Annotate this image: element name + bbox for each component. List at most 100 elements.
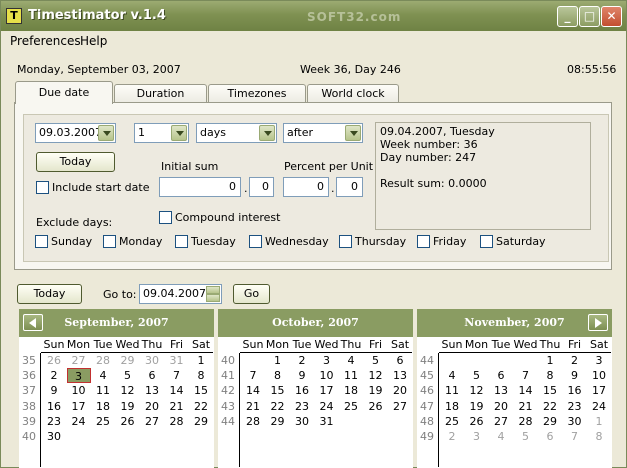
calendar-day[interactable]: 14: [241, 383, 265, 398]
calendar-day[interactable]: 19: [364, 383, 388, 398]
calendar-day[interactable]: 10: [587, 368, 611, 383]
calendar-day[interactable]: 6: [140, 368, 164, 383]
spin-down-icon[interactable]: [206, 294, 220, 302]
calendar-day[interactable]: 20: [140, 399, 164, 414]
tab-world-clock[interactable]: World clock: [307, 84, 399, 103]
calendar-day[interactable]: 25: [339, 399, 363, 414]
calendar-day[interactable]: 21: [241, 399, 265, 414]
calendar-day[interactable]: 3: [315, 353, 339, 368]
percent-dec-input[interactable]: 0: [336, 177, 363, 197]
calendar-day[interactable]: 26: [364, 399, 388, 414]
calendar-day[interactable]: 11: [91, 383, 115, 398]
goto-date-input[interactable]: 09.04.2007: [139, 284, 222, 304]
calendar-day[interactable]: 22: [189, 399, 213, 414]
calendar-day[interactable]: 4: [489, 429, 513, 444]
calendar-day[interactable]: 3: [66, 368, 91, 384]
menu-preferences[interactable]: Preferences: [10, 34, 81, 48]
calendar-day[interactable]: 4: [339, 353, 363, 368]
calendar-day[interactable]: 5: [465, 368, 489, 383]
chevron-down-icon[interactable]: [259, 125, 275, 141]
calendar-day[interactable]: 28: [165, 414, 189, 429]
menu-help[interactable]: Help: [80, 34, 107, 48]
calendar-day[interactable]: 16: [290, 383, 314, 398]
spin-up-icon[interactable]: [206, 286, 220, 294]
prev-month-icon[interactable]: [23, 314, 43, 331]
next-month-icon[interactable]: [588, 314, 608, 331]
today-button[interactable]: Today: [36, 152, 115, 172]
calendar-day[interactable]: 27: [67, 353, 91, 368]
calendar-day[interactable]: 9: [42, 383, 66, 398]
go-button[interactable]: Go: [233, 284, 270, 304]
calendar-day[interactable]: 17: [315, 383, 339, 398]
calendar-day[interactable]: 2: [440, 429, 464, 444]
calendar-day[interactable]: 2: [290, 353, 314, 368]
calendar-day[interactable]: 24: [67, 414, 91, 429]
calendar-day[interactable]: 19: [116, 399, 140, 414]
calendar-day[interactable]: 27: [140, 414, 164, 429]
calendar-day[interactable]: 18: [91, 399, 115, 414]
calendar-day[interactable]: 10: [315, 368, 339, 383]
calendar-day[interactable]: 21: [165, 399, 189, 414]
calendar-day[interactable]: 11: [440, 383, 464, 398]
minimize-button[interactable]: _: [557, 6, 578, 27]
calendar-day[interactable]: 8: [189, 368, 213, 383]
calendar-day[interactable]: 17: [67, 399, 91, 414]
calendar-day[interactable]: 30: [290, 414, 314, 429]
calendar-day[interactable]: 26: [116, 414, 140, 429]
calendar-day[interactable]: 30: [42, 429, 66, 444]
calendar-day[interactable]: 24: [587, 399, 611, 414]
calendar-day[interactable]: 4: [440, 368, 464, 383]
calendar-day[interactable]: 13: [489, 383, 513, 398]
chevron-down-icon[interactable]: [345, 125, 361, 141]
date-picker[interactable]: 09.03.2007: [35, 123, 116, 143]
calendar-day[interactable]: 6: [388, 353, 412, 368]
calendar-day[interactable]: 28: [91, 353, 115, 368]
calendar-day[interactable]: 4: [91, 368, 115, 383]
calendar-day[interactable]: 19: [465, 399, 489, 414]
calendar-day[interactable]: 29: [116, 353, 140, 368]
calendar-day[interactable]: 26: [42, 353, 66, 368]
calendar-day[interactable]: 5: [514, 429, 538, 444]
initial-sum-int-input[interactable]: 0: [159, 177, 241, 197]
calendar-day[interactable]: 22: [266, 399, 290, 414]
calendar-day[interactable]: 15: [266, 383, 290, 398]
calendar-day[interactable]: 25: [91, 414, 115, 429]
calendar-day[interactable]: 21: [514, 399, 538, 414]
tab-timezones[interactable]: Timezones: [208, 84, 306, 103]
calendar-day[interactable]: 7: [241, 368, 265, 383]
calendar-day[interactable]: 12: [364, 368, 388, 383]
calendar-day[interactable]: 13: [140, 383, 164, 398]
calendar-day[interactable]: 16: [563, 383, 587, 398]
calendar-day[interactable]: 28: [241, 414, 265, 429]
calendar-day[interactable]: 13: [388, 368, 412, 383]
calendar-day[interactable]: 25: [440, 414, 464, 429]
calendar-day[interactable]: 29: [266, 414, 290, 429]
calendar-day[interactable]: 3: [587, 353, 611, 368]
calendar-day[interactable]: 17: [587, 383, 611, 398]
maximize-button[interactable]: □: [579, 6, 600, 27]
calendar-day[interactable]: 8: [538, 368, 562, 383]
calendar-day[interactable]: 5: [116, 368, 140, 383]
chevron-down-icon[interactable]: [171, 125, 187, 141]
calendar-day[interactable]: 26: [465, 414, 489, 429]
calendar-day[interactable]: 18: [440, 399, 464, 414]
calendar-day[interactable]: 27: [388, 399, 412, 414]
calendar-day[interactable]: 1: [587, 414, 611, 429]
calendar-day[interactable]: 30: [563, 414, 587, 429]
calendar-day[interactable]: 12: [116, 383, 140, 398]
calendar-day[interactable]: 6: [538, 429, 562, 444]
calendar-day[interactable]: 14: [514, 383, 538, 398]
exclude-monday-checkbox[interactable]: [103, 235, 116, 248]
calendar-day[interactable]: 1: [189, 353, 213, 368]
calendar-day[interactable]: 6: [489, 368, 513, 383]
calendar-day[interactable]: 28: [514, 414, 538, 429]
calendar-day[interactable]: 7: [563, 429, 587, 444]
calendar-day[interactable]: 11: [339, 368, 363, 383]
include-start-checkbox[interactable]: [36, 181, 49, 194]
calendar-day[interactable]: 7: [514, 368, 538, 383]
calendar-day[interactable]: 29: [189, 414, 213, 429]
exclude-sunday-checkbox[interactable]: [35, 235, 48, 248]
initial-sum-dec-input[interactable]: 0: [249, 177, 274, 197]
calendar-day[interactable]: 15: [538, 383, 562, 398]
calendar-day[interactable]: 12: [465, 383, 489, 398]
